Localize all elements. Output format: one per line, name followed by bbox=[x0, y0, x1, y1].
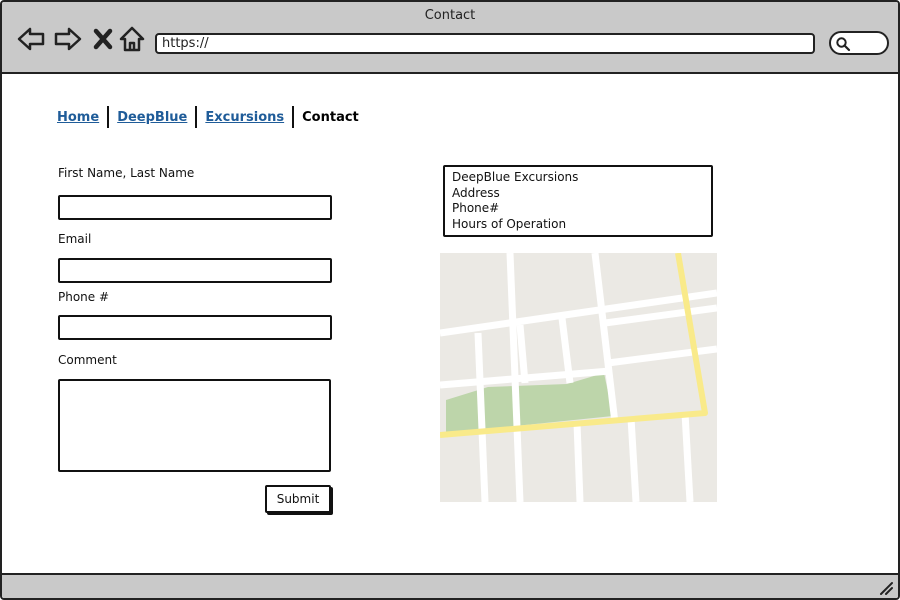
resize-grip-icon[interactable] bbox=[878, 580, 894, 596]
email-label: Email bbox=[58, 232, 92, 246]
phone-field[interactable] bbox=[58, 315, 332, 340]
breadcrumb-excursions-link[interactable]: Excursions bbox=[205, 110, 284, 125]
hours-line: Hours of Operation bbox=[452, 217, 567, 232]
name-label: First Name, Last Name bbox=[58, 166, 195, 180]
breadcrumb-current-page: Contact bbox=[302, 109, 359, 125]
home-icon[interactable] bbox=[117, 24, 147, 54]
browser-toolbar: Contact https:// bbox=[2, 2, 898, 74]
address-line: Address bbox=[452, 185, 500, 200]
status-bar bbox=[2, 573, 898, 598]
breadcrumb-deepblue-link[interactable]: DeepBlue bbox=[117, 110, 187, 125]
breadcrumb-separator bbox=[195, 106, 198, 128]
breadcrumb: Home DeepBlue Excursions Contact bbox=[57, 105, 359, 129]
browser-window: Contact https:// Home DeepBlue Excursion… bbox=[0, 0, 900, 600]
address-bar[interactable]: https:// bbox=[155, 33, 815, 54]
phone-label: Phone # bbox=[58, 290, 110, 304]
contact-info-box: DeepBlue Excursions Address Phone# Hours… bbox=[443, 165, 713, 237]
map-graphic bbox=[440, 253, 717, 502]
forward-arrow-icon[interactable] bbox=[53, 24, 83, 54]
breadcrumb-home-link[interactable]: Home bbox=[57, 110, 99, 125]
email-field[interactable] bbox=[58, 258, 332, 283]
submit-button[interactable]: Submit bbox=[265, 485, 331, 513]
comment-field[interactable] bbox=[58, 379, 331, 472]
comment-label: Comment bbox=[58, 353, 117, 367]
breadcrumb-separator bbox=[107, 106, 110, 128]
company-name: DeepBlue Excursions bbox=[452, 170, 579, 184]
search-box[interactable] bbox=[829, 31, 889, 55]
search-icon bbox=[836, 37, 851, 52]
back-arrow-icon[interactable] bbox=[16, 24, 46, 54]
map-image[interactable] bbox=[440, 253, 717, 502]
close-icon[interactable] bbox=[88, 24, 118, 54]
phone-line: Phone# bbox=[452, 201, 500, 216]
name-field[interactable] bbox=[58, 195, 332, 220]
breadcrumb-separator bbox=[292, 106, 295, 128]
window-title: Contact bbox=[424, 8, 476, 23]
